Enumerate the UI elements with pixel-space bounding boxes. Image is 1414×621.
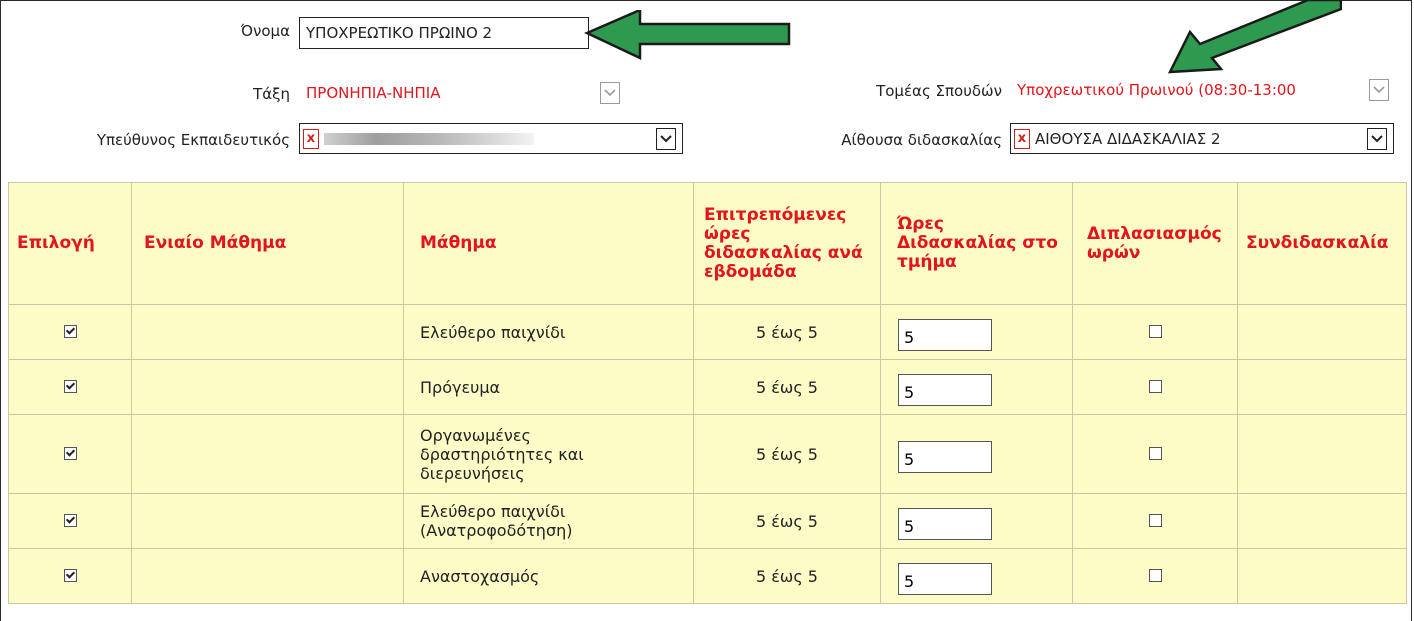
allowed-hours-cell: 5 έως 5 xyxy=(693,493,881,549)
class-select[interactable]: ΠΡΟΝΗΠΙΑ-ΝΗΠΙΑ xyxy=(299,77,683,109)
select-cell xyxy=(8,359,132,415)
name-value: ΥΠΟΧΡΕΩΤΙΚΟ ΠΡΩΙΝΟ 2 xyxy=(306,24,493,42)
courses-table: Επιλογή Ενιαίο Μάθημα Μάθημα Επιτρεπόμεν… xyxy=(8,182,1407,604)
table-row: Οργανωμένες δραστηριότητες και διερευνήσ… xyxy=(8,414,1407,494)
redacted-teacher-name xyxy=(324,133,534,145)
checkbox-icon[interactable] xyxy=(1148,379,1162,393)
doubling-cell xyxy=(1072,414,1238,494)
class-value: ΠΡΟΝΗΠΙΑ-ΝΗΠΙΑ xyxy=(306,84,441,102)
header-co-teaching: Συνδιδασκαλία xyxy=(1237,182,1407,305)
checkbox-icon[interactable] xyxy=(63,379,77,393)
checkbox-icon[interactable] xyxy=(1148,568,1162,582)
room-select[interactable]: x ΑΙΘΟΥΣΑ ΔΙΔΑΣΚΑΛΙΑΣ 2 xyxy=(1010,123,1394,154)
select-cell xyxy=(8,414,132,494)
teaching-hours-cell xyxy=(880,493,1073,549)
teacher-select[interactable]: x xyxy=(299,123,683,154)
table-row: Πρόγευμα 5 έως 5 xyxy=(8,359,1407,415)
chevron-down-icon[interactable] xyxy=(600,82,620,104)
co-teaching-cell xyxy=(1237,493,1407,549)
header-subject: Μάθημα xyxy=(403,182,694,305)
allowed-hours-cell: 5 έως 5 xyxy=(693,304,881,360)
co-teaching-cell xyxy=(1237,414,1407,494)
green-arrow-icon xyxy=(584,10,791,60)
table-header-row: Επιλογή Ενιαίο Μάθημα Μάθημα Επιτρεπόμεν… xyxy=(8,182,1407,305)
allowed-hours-cell: 5 έως 5 xyxy=(693,359,881,415)
clear-x-icon[interactable]: x xyxy=(1014,128,1030,149)
green-arrow-icon xyxy=(1167,0,1342,74)
subject-cell: Ελεύθερο παιχνίδι xyxy=(403,304,694,360)
unified-course-cell xyxy=(131,304,404,360)
unified-course-cell xyxy=(131,359,404,415)
unified-course-cell xyxy=(131,414,404,494)
subject-cell: Ελεύθερο παιχνίδι (Ανατροφοδότηση) xyxy=(403,493,694,549)
co-teaching-cell xyxy=(1237,304,1407,360)
checkbox-icon[interactable] xyxy=(63,446,77,460)
teaching-hours-cell xyxy=(880,359,1073,415)
hours-input[interactable] xyxy=(898,508,992,540)
unified-course-cell xyxy=(131,493,404,549)
doubling-cell xyxy=(1072,359,1238,415)
table-row: Ελεύθερο παιχνίδι 5 έως 5 xyxy=(8,304,1407,360)
table-row: Ελεύθερο παιχνίδι (Ανατροφοδότηση) 5 έως … xyxy=(8,493,1407,549)
allowed-hours-cell: 5 έως 5 xyxy=(693,548,881,604)
select-cell xyxy=(8,304,132,360)
chevron-down-icon[interactable] xyxy=(1369,79,1389,101)
name-input[interactable]: ΥΠΟΧΡΕΩΤΙΚΟ ΠΡΩΙΝΟ 2 xyxy=(299,17,589,49)
checkbox-icon[interactable] xyxy=(1148,446,1162,460)
checkbox-icon[interactable] xyxy=(63,513,77,527)
header-unified-course: Ενιαίο Μάθημα xyxy=(131,182,404,305)
hours-input[interactable] xyxy=(898,374,992,406)
select-cell xyxy=(8,493,132,549)
header-select: Επιλογή xyxy=(8,182,132,305)
header-allowed-hours: Επιτρεπόμενες ώρες διδασκαλίας ανά εβδομ… xyxy=(693,182,881,305)
subject-cell: Αναστοχασμός xyxy=(403,548,694,604)
subject-cell: Πρόγευμα xyxy=(403,359,694,415)
select-cell xyxy=(8,548,132,604)
courses-table-wrap: Επιλογή Ενιαίο Μάθημα Μάθημα Επιτρεπόμεν… xyxy=(0,182,1414,621)
checkbox-icon[interactable] xyxy=(1148,513,1162,527)
checkbox-icon[interactable] xyxy=(63,568,77,582)
sector-label: Τομέας Σπουδών xyxy=(876,82,1002,100)
room-label: Αίθουσα διδασκαλίας xyxy=(841,131,1002,149)
clear-x-icon[interactable]: x xyxy=(303,128,319,149)
subject-cell: Οργανωμένες δραστηριότητες και διερευνήσ… xyxy=(403,414,694,494)
name-label: Όνομα xyxy=(240,22,290,40)
room-value: ΑΙΘΟΥΣΑ ΔΙΔΑΣΚΑΛΙΑΣ 2 xyxy=(1035,129,1221,148)
co-teaching-cell xyxy=(1237,359,1407,415)
hours-input[interactable] xyxy=(898,319,992,351)
doubling-cell xyxy=(1072,548,1238,604)
sector-select[interactable]: Υποχρεωτικού Πρωινού (08:30-13:00 xyxy=(1010,74,1394,106)
doubling-cell xyxy=(1072,493,1238,549)
teaching-hours-cell xyxy=(880,414,1073,494)
chevron-down-icon[interactable] xyxy=(656,127,676,150)
checkbox-icon[interactable] xyxy=(63,324,77,338)
hours-input[interactable] xyxy=(898,441,992,473)
hours-input[interactable] xyxy=(898,563,992,595)
header-teaching-hours: Ώρες Διδασκαλίας στο τμήμα xyxy=(880,182,1073,305)
header-doubling: Διπλασιασμός ωρών xyxy=(1072,182,1238,305)
co-teaching-cell xyxy=(1237,548,1407,604)
checkbox-icon[interactable] xyxy=(1148,324,1162,338)
chevron-down-icon[interactable] xyxy=(1367,127,1387,150)
class-label: Τάξη xyxy=(253,85,290,103)
teacher-label: Υπεύθυνος Εκπαιδευτικός xyxy=(96,131,290,149)
allowed-hours-cell: 5 έως 5 xyxy=(693,414,881,494)
doubling-cell xyxy=(1072,304,1238,360)
teaching-hours-cell xyxy=(880,548,1073,604)
table-row: Αναστοχασμός 5 έως 5 xyxy=(8,548,1407,604)
sector-value: Υποχρεωτικού Πρωινού (08:30-13:00 xyxy=(1017,81,1296,99)
class-details-panel: Όνομα ΥΠΟΧΡΕΩΤΙΚΟ ΠΡΩΙΝΟ 2 Τάξη ΠΡΟΝΗΠΙΑ… xyxy=(0,0,1414,180)
teaching-hours-cell xyxy=(880,304,1073,360)
unified-course-cell xyxy=(131,548,404,604)
